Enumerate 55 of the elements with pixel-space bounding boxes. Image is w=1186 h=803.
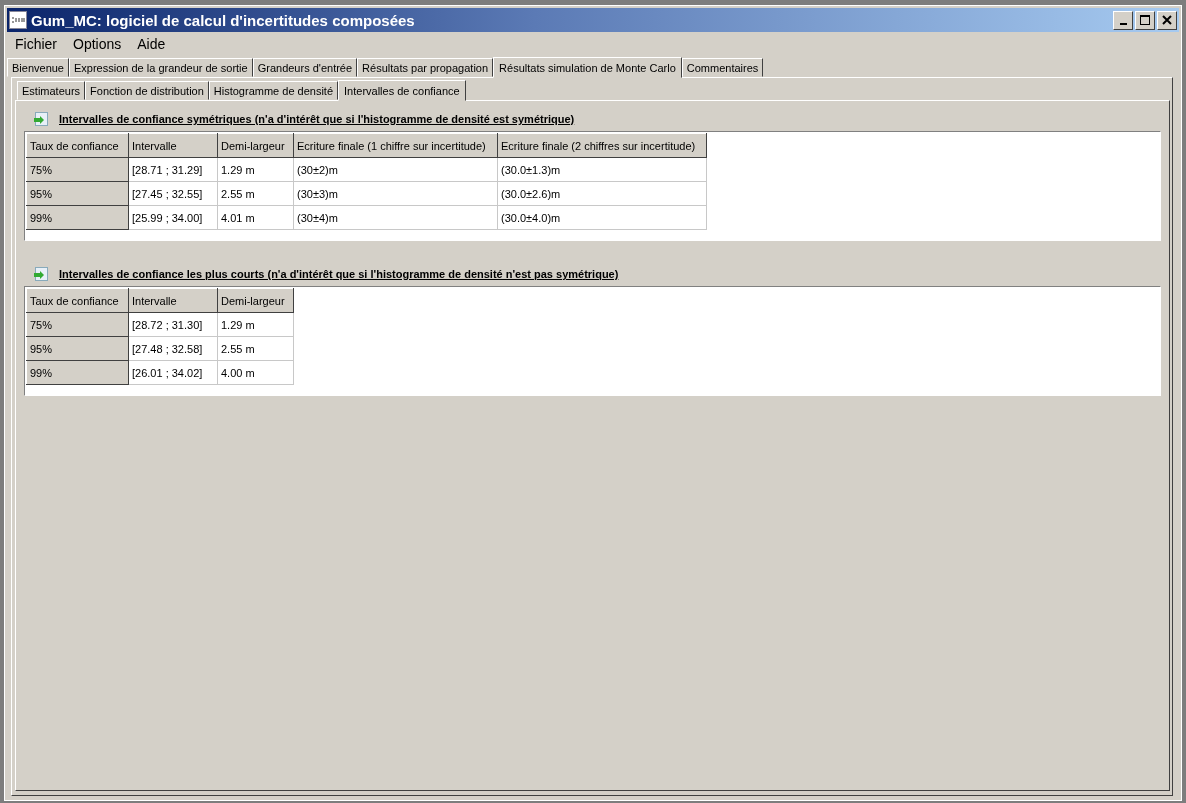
column-header: Intervalle (128, 133, 218, 158)
column-header: Demi-largeur (217, 288, 294, 313)
table-cell: 1.29 m (217, 312, 294, 337)
close-button[interactable] (1157, 10, 1177, 30)
row-header: 95% (26, 336, 129, 361)
section-title: Intervalles de confiance les plus courts (n'a d'intérêt que si l'histogramme de densité n'est pas symétrique) (59, 268, 619, 280)
tab[interactable]: Commentaires (681, 58, 764, 77)
table-cell: [28.72 ; 31.30] (128, 312, 218, 337)
column-header: Taux de confiance (26, 288, 129, 313)
menu-item[interactable]: Aide (129, 36, 174, 52)
table-cell: 2.55 m (217, 181, 294, 206)
row-header: 99% (26, 205, 129, 230)
app-icon (9, 11, 27, 29)
row-header: 95% (26, 181, 129, 206)
maximize-icon (1139, 14, 1151, 26)
tab[interactable]: Estimateurs (17, 81, 86, 100)
row-header: 75% (26, 157, 129, 182)
tab[interactable]: Bienvenue (7, 58, 69, 77)
minimize-icon (1119, 23, 1127, 25)
window-title: Gum_MC: logiciel de calcul d'incertitudes composées (31, 11, 416, 29)
tab[interactable]: Résultats par propagation (357, 58, 494, 77)
table-cell: (30±2)m (293, 157, 498, 182)
section-title: Intervalles de confiance symétriques (n'a d'intérêt que si l'histogramme de densité est symétrique) (59, 113, 575, 125)
table-cell: (30.0±1.3)m (497, 157, 707, 182)
tab[interactable]: Intervalles de confiance (338, 80, 466, 101)
table-cell: (30±3)m (293, 181, 498, 206)
column-header: Ecriture finale (1 chiffre sur incertitude) (293, 133, 498, 158)
table-cell: 1.29 m (217, 157, 294, 182)
table-cell: (30±4)m (293, 205, 498, 230)
tab[interactable]: Grandeurs d'entrée (252, 58, 358, 77)
table-cell: [27.45 ; 32.55] (128, 181, 218, 206)
table-cell: [27.48 ; 32.58] (128, 336, 218, 361)
menu-item[interactable]: Fichier (7, 36, 65, 52)
column-header: Taux de confiance (26, 133, 129, 158)
table-cell: [28.71 ; 31.29] (128, 157, 218, 182)
tab[interactable]: Histogramme de densité (208, 81, 339, 100)
close-icon (1162, 15, 1172, 25)
minimize-button[interactable] (1113, 10, 1133, 30)
row-header: 75% (26, 312, 129, 337)
maximize-button[interactable] (1135, 10, 1155, 30)
tab[interactable]: Fonction de distribution (85, 81, 209, 100)
column-header: Demi-largeur (217, 133, 294, 158)
table-cell: 4.00 m (217, 360, 294, 385)
table-cell: (30.0±4.0)m (497, 205, 707, 230)
table-cell: 4.01 m (217, 205, 294, 230)
column-header: Ecriture finale (2 chiffres sur incertitude) (497, 133, 707, 158)
table-cell: [25.99 ; 34.00] (128, 205, 218, 230)
tab[interactable]: Résultats simulation de Monte Carlo (493, 57, 682, 78)
table-cell: [26.01 ; 34.02] (128, 360, 218, 385)
table-cell: 2.55 m (217, 336, 294, 361)
table-cell: (30.0±2.6)m (497, 181, 707, 206)
column-header: Intervalle (128, 288, 218, 313)
tab[interactable]: Expression de la grandeur de sortie (69, 58, 253, 77)
menu-item[interactable]: Options (65, 36, 130, 52)
row-header: 99% (26, 360, 129, 385)
